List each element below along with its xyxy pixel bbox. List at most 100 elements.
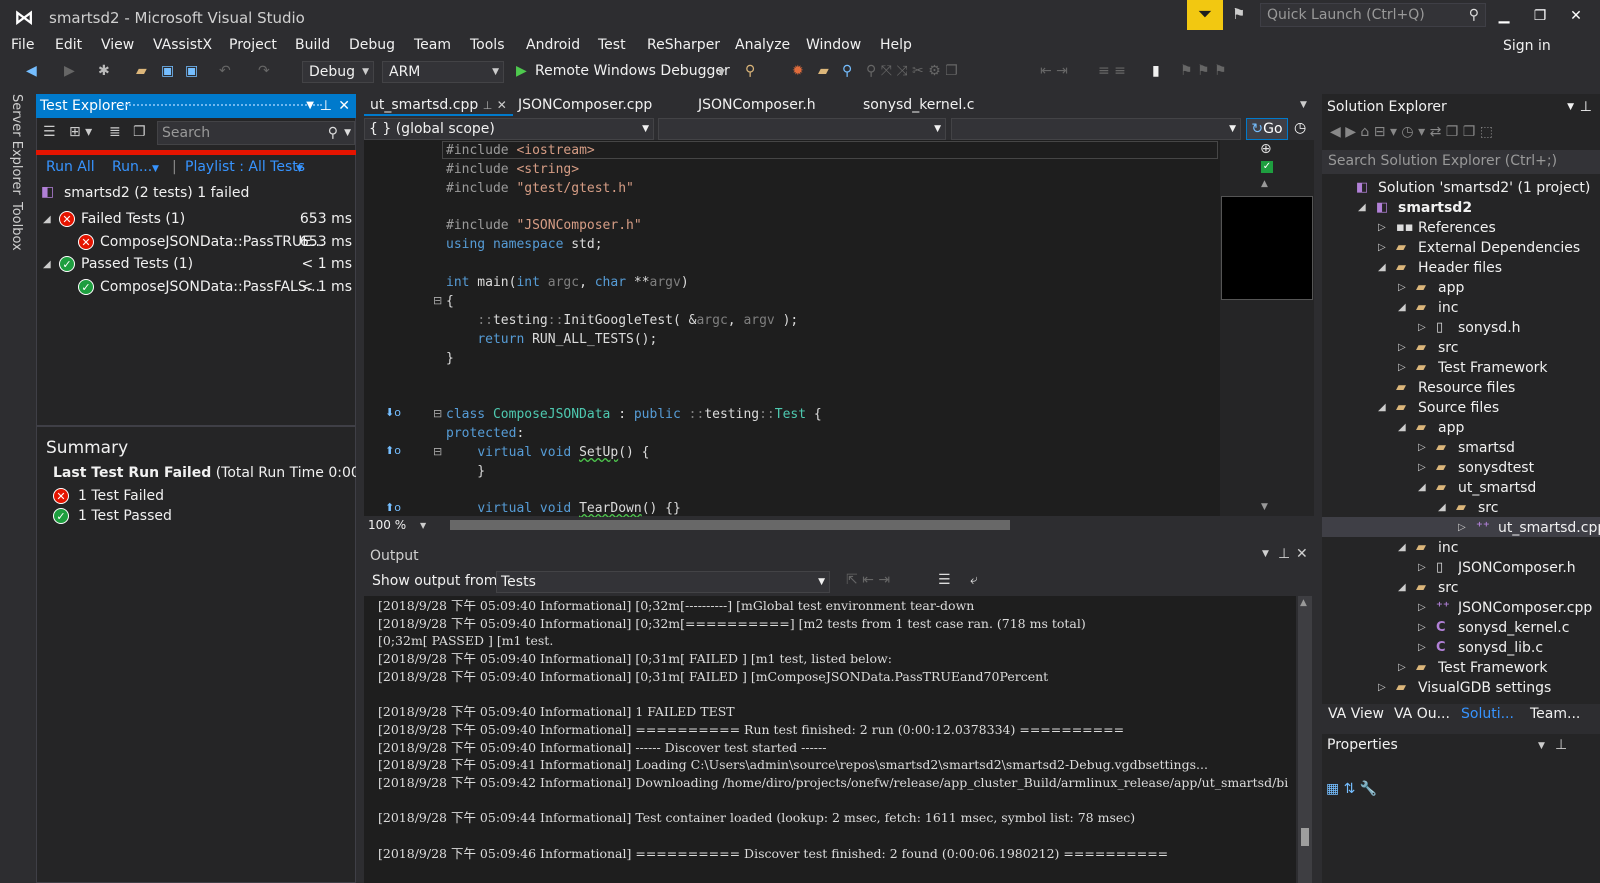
- solution-toolbar-icons[interactable]: ◀ ▶ ⌂ ⊟ ▾ ◷ ▾ ⇄ ❐ ❐ ⬚: [1330, 124, 1493, 140]
- chevron-down-icon[interactable]: ▼: [718, 68, 725, 78]
- expand-icon[interactable]: ▷: [1378, 682, 1386, 693]
- pin-icon[interactable]: ⊥: [320, 94, 332, 118]
- timer-icon[interactable]: ◷: [1294, 120, 1306, 136]
- tab-va-view[interactable]: VA View: [1328, 706, 1384, 722]
- collapse-icon[interactable]: ◢: [1398, 542, 1406, 553]
- zoom-level[interactable]: 100 %: [368, 518, 406, 532]
- collapse-icon[interactable]: ⊟: [433, 294, 442, 307]
- indent-icon[interactable]: ⇤ ⇥: [1040, 63, 1068, 79]
- minimize-button[interactable]: ▁: [1490, 4, 1518, 28]
- go-button[interactable]: ↻Go: [1246, 118, 1288, 140]
- expand-icon[interactable]: ▷: [1398, 662, 1406, 673]
- solution-tree-item[interactable]: VisualGDB settings: [1418, 680, 1551, 696]
- copy-icon[interactable]: ❐: [133, 124, 146, 140]
- hierarchy-icon[interactable]: ⊞ ▾: [69, 124, 92, 140]
- pin-icon[interactable]: ⊥: [483, 99, 493, 112]
- solution-tree-item[interactable]: Header files: [1418, 260, 1502, 276]
- chevron-down-icon[interactable]: ▼: [306, 94, 314, 118]
- solution-tree-item[interactable]: sonysd.h: [1458, 320, 1521, 336]
- configuration-select[interactable]: Debug ▼: [302, 61, 374, 83]
- forward-icon[interactable]: ▶: [64, 63, 75, 79]
- notifications-icon[interactable]: ⚑: [1232, 5, 1254, 25]
- solution-tree-item[interactable]: src: [1438, 340, 1458, 356]
- collapse-icon[interactable]: ◢: [1418, 482, 1426, 493]
- collapse-icon[interactable]: ⊟: [433, 445, 442, 458]
- pin-icon[interactable]: ⊥: [1555, 737, 1567, 753]
- menu-edit[interactable]: Edit: [55, 37, 82, 53]
- folder-icon[interactable]: ▰: [818, 63, 829, 79]
- feedback-filter-icon[interactable]: ⏷: [1187, 0, 1223, 30]
- find-in-files-icon[interactable]: ⚲: [745, 63, 755, 79]
- solution-search-input[interactable]: Search Solution Explorer (Ctrl+;): [1322, 150, 1600, 174]
- expand-icon[interactable]: ▷: [1418, 562, 1426, 573]
- redo-icon[interactable]: ↷: [258, 63, 270, 79]
- solution-tree-item[interactable]: JSONComposer.h: [1458, 560, 1576, 576]
- solution-tree-item[interactable]: Resource files: [1418, 380, 1515, 396]
- group-by-icon[interactable]: ☰: [43, 124, 56, 140]
- failed-tests-group[interactable]: Failed Tests (1): [81, 211, 185, 227]
- undo-icon[interactable]: ↶: [219, 63, 231, 79]
- passed-tests-group[interactable]: Passed Tests (1): [81, 256, 193, 272]
- scroll-up-icon[interactable]: ▲: [1300, 598, 1307, 608]
- collapse-icon[interactable]: ◢: [1398, 582, 1406, 593]
- menu-team[interactable]: Team: [414, 37, 451, 53]
- collapse-icon[interactable]: ◢: [1358, 202, 1366, 213]
- solution-tree-item[interactable]: smartsd: [1458, 440, 1515, 456]
- pin-icon[interactable]: ⊥: [1278, 546, 1290, 562]
- solution-tree-item[interactable]: app: [1438, 420, 1464, 436]
- pin-icon[interactable]: ⊥: [1580, 96, 1592, 118]
- properties-toolbar-icons[interactable]: ▦ ⇅ 🔧: [1326, 781, 1377, 797]
- expand-icon[interactable]: ▷: [1378, 222, 1386, 233]
- splitter[interactable]: [36, 425, 356, 427]
- menu-vassistx[interactable]: VAssistX: [153, 37, 212, 53]
- save-all-icon[interactable]: ▣: [185, 63, 198, 79]
- solution-tree-item[interactable]: ut_smartsd: [1458, 480, 1536, 496]
- menu-android[interactable]: Android: [526, 37, 580, 53]
- horizontal-scrollbar[interactable]: [450, 520, 1010, 530]
- chevron-down-icon[interactable]: ▼: [1538, 741, 1545, 751]
- output-vertical-scrollbar[interactable]: ▲: [1298, 596, 1312, 883]
- maximize-button[interactable]: ❐: [1526, 4, 1554, 28]
- solution-tree-item[interactable]: src: [1478, 500, 1498, 516]
- tab-jsoncomposer-h[interactable]: JSONComposer.h: [692, 94, 822, 116]
- collapse-icon[interactable]: ⊟: [433, 407, 442, 420]
- expand-icon[interactable]: ▷: [1418, 442, 1426, 453]
- expand-icon[interactable]: ▷: [1418, 462, 1426, 473]
- sign-in-link[interactable]: Sign in: [1503, 38, 1551, 54]
- solution-tree-item[interactable]: sonysdtest: [1458, 460, 1534, 476]
- start-debug-icon[interactable]: ▶: [516, 63, 527, 79]
- collapse-icon[interactable]: ◢: [1378, 262, 1386, 273]
- collapse-icon[interactable]: ◢: [1398, 422, 1406, 433]
- collapse-icon[interactable]: ◢: [1398, 302, 1406, 313]
- menu-analyze[interactable]: Analyze: [735, 37, 790, 53]
- close-icon[interactable]: ✕: [497, 98, 507, 112]
- close-button[interactable]: ✕: [1562, 4, 1590, 28]
- solution-tree-item[interactable]: src: [1438, 580, 1458, 596]
- solution-tree-item[interactable]: References: [1418, 220, 1496, 236]
- solution-tree-item[interactable]: smartsd2: [1398, 200, 1472, 216]
- collapse-icon[interactable]: ◢: [1438, 502, 1446, 513]
- expand-icon[interactable]: ▷: [1398, 362, 1406, 373]
- menu-view[interactable]: View: [101, 37, 134, 53]
- expand-icon[interactable]: ◢: [43, 259, 51, 270]
- expand-icon[interactable]: ◢: [43, 214, 51, 225]
- type-select[interactable]: ▼: [658, 118, 946, 140]
- expand-icon[interactable]: ▷: [1378, 242, 1386, 253]
- close-icon[interactable]: ✕: [338, 94, 350, 118]
- expand-icon[interactable]: ▷: [1418, 642, 1426, 653]
- bookmark-icon[interactable]: ▮: [1152, 63, 1160, 79]
- expand-icon[interactable]: ▷: [1418, 602, 1426, 613]
- menu-file[interactable]: File: [11, 37, 34, 53]
- expand-icon[interactable]: ▷: [1398, 282, 1406, 293]
- solution-tree-item[interactable]: Solution 'smartsd2' (1 project): [1378, 180, 1590, 196]
- test-search-input[interactable]: Search ⚲ ▼: [157, 121, 355, 145]
- solution-tree-item[interactable]: inc: [1438, 300, 1458, 316]
- override-marker-icon[interactable]: ⬇o: [385, 406, 401, 419]
- solution-tree-item[interactable]: sonysd_lib.c: [1458, 640, 1543, 656]
- clear-all-icon[interactable]: ☰: [938, 572, 951, 588]
- tab-team-explorer[interactable]: Team...: [1530, 706, 1580, 722]
- toolbox-tab[interactable]: Toolbox: [9, 202, 24, 251]
- scroll-up-icon[interactable]: ▲: [1261, 179, 1268, 189]
- run-link[interactable]: Run...: [112, 159, 152, 175]
- search-symbol-icon[interactable]: ⚲: [842, 63, 852, 79]
